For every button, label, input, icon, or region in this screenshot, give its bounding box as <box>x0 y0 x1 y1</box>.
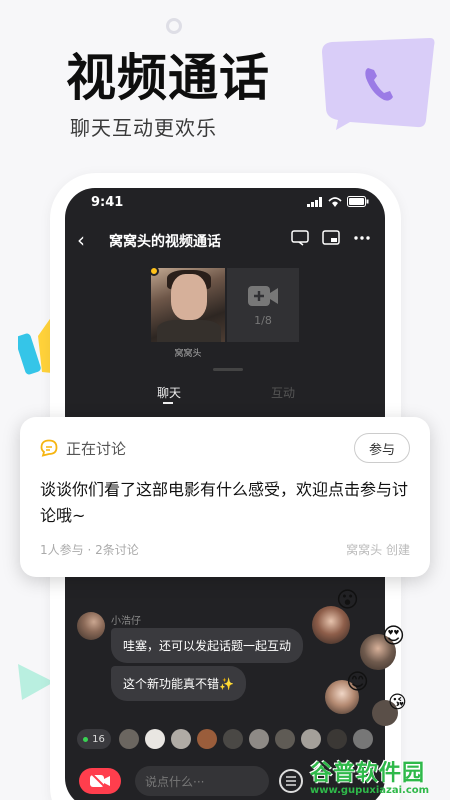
discussion-topic: 谈谈你们看了这部电影有什么感受，欢迎点击参与讨论哦~ <box>40 480 409 525</box>
avatar[interactable] <box>353 729 373 749</box>
host-video-tile[interactable] <box>151 268 225 342</box>
active-tab-indicator <box>163 402 173 404</box>
online-count-badge[interactable]: 16 <box>77 729 111 749</box>
love-emoji-icon: 😘 <box>388 692 407 713</box>
promo-subline: 聊天互动更欢乐 <box>70 116 217 140</box>
avatar[interactable] <box>301 729 321 749</box>
avatar[interactable] <box>249 729 269 749</box>
signal-icon <box>307 196 322 207</box>
join-discussion-button[interactable]: 参与 <box>354 433 410 463</box>
sender-name: 小浩仔 <box>111 616 141 627</box>
back-icon[interactable]: ‹ <box>77 228 85 252</box>
menu-icon <box>286 776 296 786</box>
discussion-card[interactable]: 正在讨论 参与 谈谈你们看了这部电影有什么感受，欢迎点击参与讨论哦~ 1人参与 … <box>20 417 430 577</box>
camera-off-icon <box>90 774 110 788</box>
avatar[interactable] <box>275 729 295 749</box>
phone-bubble-icon <box>322 38 435 130</box>
speaking-indicator <box>149 266 159 276</box>
minimize-window-icon[interactable] <box>322 230 340 246</box>
discussion-status: 正在讨论 <box>66 440 127 458</box>
watermark-url: www.gupuxiazai.com <box>310 785 430 796</box>
discussion-creator: 窝窝头 创建 <box>346 543 410 557</box>
avatar[interactable] <box>223 729 243 749</box>
avatar[interactable] <box>77 612 105 640</box>
battery-icon <box>347 196 369 207</box>
smile-emoji-icon: 😊 <box>346 670 369 695</box>
slot-count: 1/8 <box>254 314 272 327</box>
heart-eyes-emoji-icon: 😍 <box>382 624 405 649</box>
add-video-icon <box>248 286 278 306</box>
promo-headline: 视频通话 <box>66 49 270 107</box>
tab-interact[interactable]: 互动 <box>271 384 295 401</box>
status-bar: 9:41 <box>65 188 385 218</box>
message-input[interactable]: 说点什么··· <box>135 766 269 796</box>
switch-screen-icon[interactable] <box>291 230 309 246</box>
avatar[interactable] <box>145 729 165 749</box>
more-options-icon[interactable] <box>353 235 371 241</box>
host-name-label: 窝窝头 <box>174 349 202 359</box>
surprised-emoji-icon: 😮 <box>336 588 359 613</box>
chat-message: 这个新功能真不错✨ <box>111 666 246 701</box>
decorative-ring <box>166 18 182 34</box>
audience-bar: 16 <box>77 726 377 752</box>
discussion-meta: 1人参与 · 2条讨论 <box>40 543 139 557</box>
online-count: 16 <box>92 733 105 745</box>
menu-button[interactable] <box>279 769 303 793</box>
status-time: 9:41 <box>91 195 124 210</box>
discussion-icon <box>40 439 58 457</box>
avatar[interactable] <box>171 729 191 749</box>
avatar[interactable] <box>327 729 347 749</box>
call-title: 窝窝头的视频通话 <box>109 234 221 250</box>
drag-handle[interactable] <box>213 368 243 371</box>
tab-chat[interactable]: 聊天 <box>157 384 181 401</box>
camera-off-button[interactable] <box>79 768 121 794</box>
watermark: 谷普软件园 www.gupuxiazai.com <box>306 755 450 800</box>
call-nav-bar: ‹ 窝窝头的视频通话 <box>65 226 385 254</box>
chat-message: 哇塞，还可以发起话题一起互动 <box>111 628 304 663</box>
avatar[interactable] <box>119 729 139 749</box>
wifi-icon <box>328 196 342 207</box>
watermark-title: 谷普软件园 <box>310 761 426 786</box>
add-video-slot[interactable]: 1/8 <box>227 268 299 342</box>
avatar[interactable] <box>197 729 217 749</box>
